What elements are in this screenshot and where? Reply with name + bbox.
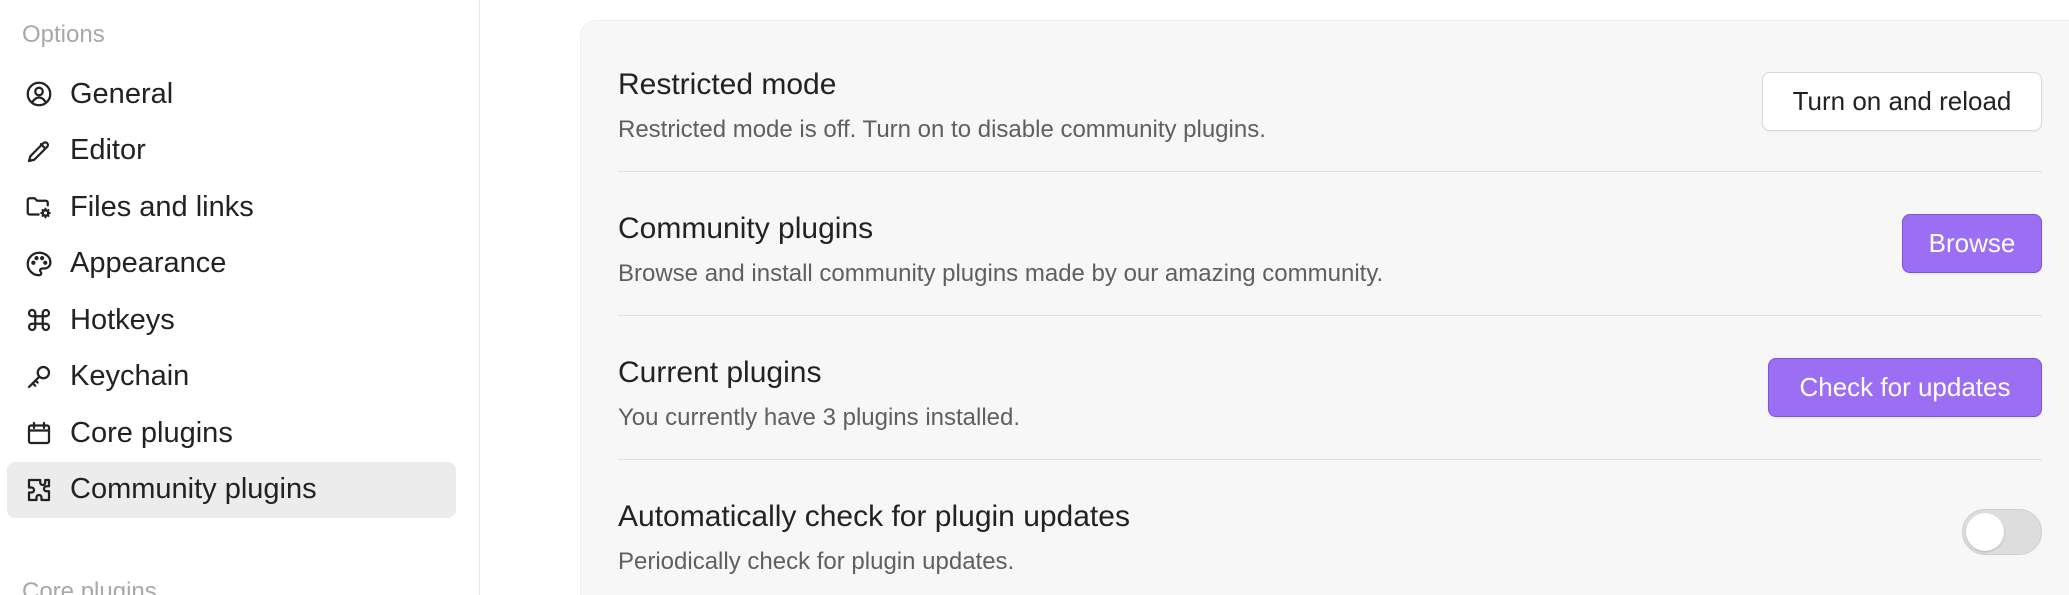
section-title-options: Options	[22, 21, 105, 48]
folder-gear-icon	[22, 190, 56, 224]
turn-on-and-reload-button[interactable]: Turn on and reload	[1762, 72, 2042, 131]
sidebar-item-label: General	[70, 77, 174, 110]
sidebar-item-editor[interactable]: Editor	[7, 123, 456, 179]
puzzle-icon	[22, 473, 56, 507]
auto-check-updates-toggle[interactable]	[1962, 509, 2042, 555]
setting-title: Current plugins	[618, 356, 822, 389]
setting-current-plugins: Current plugins You currently have 3 plu…	[618, 316, 2042, 460]
setting-description: Periodically check for plugin updates.	[618, 548, 1015, 575]
sidebar-item-keychain[interactable]: Keychain	[7, 349, 456, 405]
setting-description: Browse and install community plugins mad…	[618, 260, 1384, 287]
sidebar-item-label: Appearance	[70, 247, 227, 279]
setting-title: Community plugins	[618, 212, 874, 245]
setting-restricted-mode: Restricted mode Restricted mode is off. …	[618, 28, 2042, 172]
user-circle-icon	[22, 77, 56, 111]
setting-community-plugins: Community plugins Browse and install com…	[618, 172, 2042, 316]
palette-icon	[22, 247, 56, 281]
sidebar-item-label: Files and links	[70, 190, 254, 223]
setting-auto-check-updates: Automatically check for plugin updates P…	[618, 460, 2042, 595]
sidebar-item-label: Hotkeys	[70, 303, 175, 336]
sidebar-item-hotkeys[interactable]: Hotkeys	[7, 292, 456, 348]
settings-sidebar: Options General Editor Files and links A…	[0, 0, 480, 595]
sidebar-item-label: Editor	[70, 134, 146, 166]
sidebar-item-appearance[interactable]: Appearance	[7, 236, 456, 292]
sidebar-item-core-plugins[interactable]: Core plugins	[7, 405, 456, 461]
toggle-knob	[1966, 513, 2004, 551]
check-for-updates-button[interactable]: Check for updates	[1768, 358, 2042, 417]
sidebar-item-label: Community plugins	[70, 473, 317, 505]
section-title-core-plugins: Core plugins	[22, 578, 157, 595]
pencil-icon	[22, 134, 56, 168]
command-icon	[22, 303, 56, 337]
sidebar-item-community-plugins[interactable]: Community plugins	[7, 461, 456, 518]
key-icon	[22, 360, 56, 394]
browse-button[interactable]: Browse	[1902, 214, 2042, 273]
setting-description: You currently have 3 plugins installed.	[618, 404, 1021, 431]
settings-window: Options General Editor Files and links A…	[0, 0, 2069, 595]
setting-title: Restricted mode	[618, 68, 837, 101]
sidebar-item-files-and-links[interactable]: Files and links	[7, 179, 456, 235]
sidebar-item-general[interactable]: General	[7, 66, 456, 122]
sidebar-item-label: Keychain	[70, 360, 190, 392]
sidebar-item-label: Core plugins	[70, 416, 233, 449]
setting-description: Restricted mode is off. Turn on to disab…	[618, 116, 1266, 143]
sidebar-nav: General Editor Files and links Appearanc…	[7, 66, 456, 518]
setting-title: Automatically check for plugin updates	[618, 500, 1130, 533]
calendar-box-icon	[22, 416, 56, 450]
